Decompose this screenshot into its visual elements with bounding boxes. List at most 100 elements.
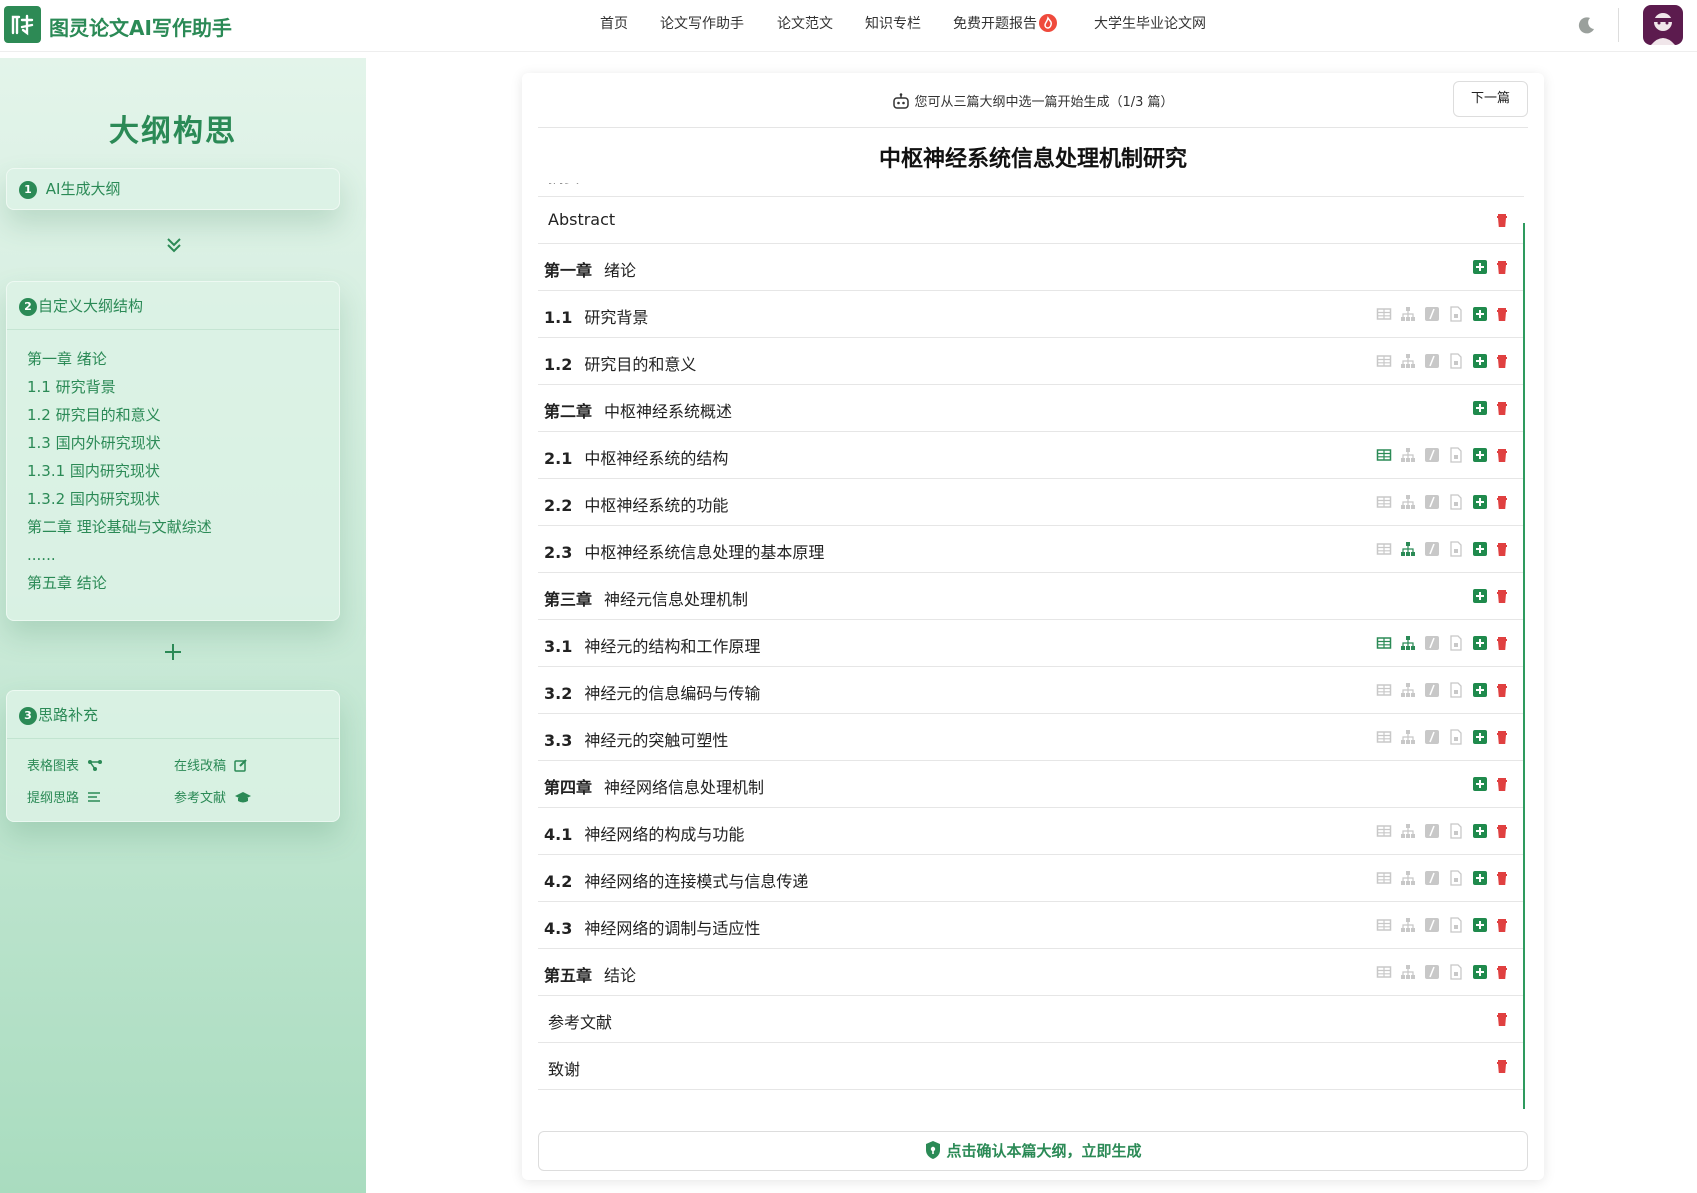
trash-icon[interactable] (1494, 776, 1510, 792)
online-revision-link[interactable]: 在线改稿 (174, 755, 248, 774)
outline-row-chapter[interactable]: 第四章 神经网络信息处理机制 (538, 761, 1524, 808)
plus-icon[interactable] (163, 642, 183, 662)
add-icon[interactable] (1472, 776, 1488, 792)
sitemap-icon[interactable] (1400, 447, 1416, 463)
confirm-outline-button[interactable]: 点击确认本篇大纲，立即生成 (538, 1131, 1528, 1171)
outline-row-section[interactable]: 4.2 神经网络的连接模式与信息传递 (538, 855, 1524, 902)
document-icon[interactable] (1448, 870, 1464, 886)
trash-icon[interactable] (1494, 823, 1510, 839)
table-icon[interactable] (1376, 447, 1392, 463)
sitemap-icon[interactable] (1400, 823, 1416, 839)
trash-icon[interactable] (1494, 917, 1510, 933)
logo-icon[interactable] (4, 6, 41, 43)
formula-icon[interactable] (1424, 964, 1440, 980)
table-icon[interactable] (1376, 823, 1392, 839)
document-icon[interactable] (1448, 447, 1464, 463)
add-icon[interactable] (1472, 400, 1488, 416)
nav-home[interactable]: 首页 (600, 13, 628, 33)
table-icon[interactable] (1376, 494, 1392, 510)
outline-row-label[interactable]: 参考文献 (548, 1009, 612, 1033)
step1-card[interactable]: 1 AI生成大纲 (6, 168, 340, 210)
add-icon[interactable] (1472, 635, 1488, 651)
outline-row-chapter[interactable]: 第二章 中枢神经系统概述 (538, 385, 1524, 432)
outline-row-label[interactable]: 第五章 结论 (544, 962, 636, 986)
document-icon[interactable] (1448, 306, 1464, 322)
formula-icon[interactable] (1424, 306, 1440, 322)
add-icon[interactable] (1472, 729, 1488, 745)
document-icon[interactable] (1448, 494, 1464, 510)
add-icon[interactable] (1472, 964, 1488, 980)
add-icon[interactable] (1472, 682, 1488, 698)
add-icon[interactable] (1472, 917, 1488, 933)
outline-row-label[interactable]: 第三章 神经元信息处理机制 (544, 586, 748, 610)
add-icon[interactable] (1472, 588, 1488, 604)
add-icon[interactable] (1472, 823, 1488, 839)
formula-icon[interactable] (1424, 447, 1440, 463)
sitemap-icon[interactable] (1400, 541, 1416, 557)
document-icon[interactable] (1448, 964, 1464, 980)
moon-icon[interactable] (1576, 14, 1598, 36)
table-icon[interactable] (1376, 635, 1392, 651)
avatar[interactable] (1643, 5, 1683, 45)
add-icon[interactable] (1472, 541, 1488, 557)
outline-row-chapter[interactable]: 第一章 绪论 (538, 244, 1524, 291)
outline-row-section[interactable]: 1.2 研究目的和意义 (538, 338, 1524, 385)
trash-icon[interactable] (1494, 353, 1510, 369)
document-icon[interactable] (1448, 823, 1464, 839)
table-icon[interactable] (1376, 964, 1392, 980)
table-icon[interactable] (1376, 870, 1392, 886)
outline-row-plain[interactable]: 参考文献 (538, 996, 1524, 1043)
document-icon[interactable] (1448, 635, 1464, 651)
document-icon[interactable] (1448, 541, 1464, 557)
outline-row-label[interactable]: 4.3 神经网络的调制与适应性 (544, 915, 760, 939)
sitemap-icon[interactable] (1400, 306, 1416, 322)
document-icon[interactable] (1448, 353, 1464, 369)
sitemap-icon[interactable] (1400, 870, 1416, 886)
outline-row-label[interactable]: 第四章 神经网络信息处理机制 (544, 774, 764, 798)
outline-row-label[interactable]: 2.3 中枢神经系统信息处理的基本原理 (544, 539, 824, 563)
document-icon[interactable] (1448, 729, 1464, 745)
trash-icon[interactable] (1494, 1011, 1510, 1027)
trash-icon[interactable] (1494, 400, 1510, 416)
outline-row-label[interactable]: 致谢 (548, 1056, 580, 1080)
sitemap-icon[interactable] (1400, 964, 1416, 980)
table-icon[interactable] (1376, 541, 1392, 557)
references-link[interactable]: 参考文献 (174, 787, 252, 806)
formula-icon[interactable] (1424, 917, 1440, 933)
formula-icon[interactable] (1424, 729, 1440, 745)
formula-icon[interactable] (1424, 682, 1440, 698)
document-icon[interactable] (1448, 682, 1464, 698)
app-title[interactable]: 图灵论文AI写作助手 (49, 12, 232, 41)
sitemap-icon[interactable] (1400, 494, 1416, 510)
outline-row-section[interactable]: 4.1 神经网络的构成与功能 (538, 808, 1524, 855)
outline-row-section[interactable]: 3.2 神经元的信息编码与传输 (538, 667, 1524, 714)
outline-row-section[interactable]: 4.3 神经网络的调制与适应性 (538, 902, 1524, 949)
trash-icon[interactable] (1494, 447, 1510, 463)
outline-row-label[interactable]: 摘要 (548, 183, 580, 187)
outline-row-label[interactable]: Abstract (548, 210, 615, 229)
outline-row-section[interactable]: 3.3 神经元的突触可塑性 (538, 714, 1524, 761)
outline-row-section[interactable]: 3.1 神经元的结构和工作原理 (538, 620, 1524, 667)
outline-row-label[interactable]: 2.2 中枢神经系统的功能 (544, 492, 728, 516)
trash-icon[interactable] (1494, 635, 1510, 651)
trash-icon[interactable] (1494, 541, 1510, 557)
add-icon[interactable] (1472, 447, 1488, 463)
add-icon[interactable] (1472, 306, 1488, 322)
outline-row-chapter[interactable]: 第三章 神经元信息处理机制 (538, 573, 1524, 620)
table-icon[interactable] (1376, 729, 1392, 745)
sitemap-icon[interactable] (1400, 729, 1416, 745)
nav-paper-samples[interactable]: 论文范文 (777, 13, 833, 33)
table-icon[interactable] (1376, 917, 1392, 933)
outline-row-label[interactable]: 4.2 神经网络的连接模式与信息传递 (544, 868, 808, 892)
trash-icon[interactable] (1494, 870, 1510, 886)
formula-icon[interactable] (1424, 353, 1440, 369)
add-icon[interactable] (1472, 259, 1488, 275)
outline-row-label[interactable]: 3.1 神经元的结构和工作原理 (544, 633, 760, 657)
table-icon[interactable] (1376, 682, 1392, 698)
add-icon[interactable] (1472, 494, 1488, 510)
next-outline-button[interactable]: 下一篇 (1453, 81, 1528, 117)
outline-row-section[interactable]: 1.1 研究背景 (538, 291, 1524, 338)
table-icon[interactable] (1376, 306, 1392, 322)
outline-row-label[interactable]: 第二章 中枢神经系统概述 (544, 398, 732, 422)
trash-icon[interactable] (1494, 964, 1510, 980)
